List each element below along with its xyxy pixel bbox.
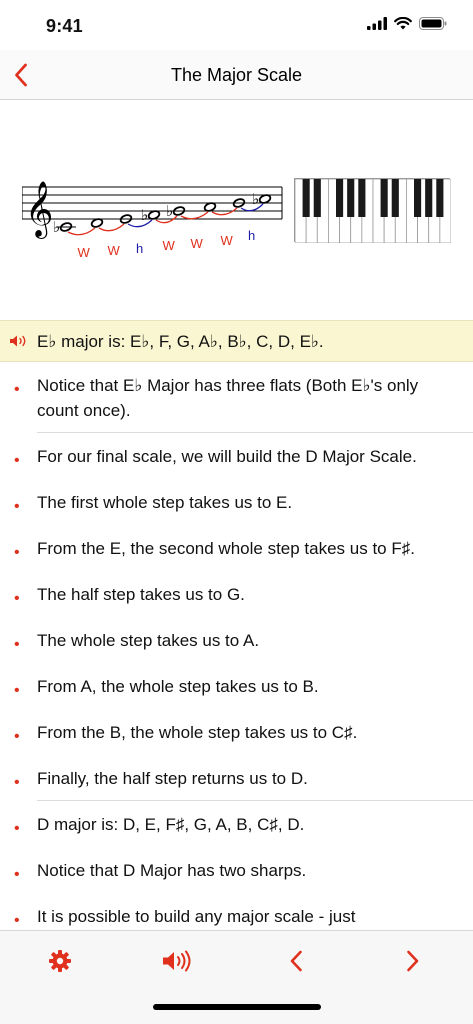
list-item-text: It is possible to build any major scale … xyxy=(37,907,356,926)
step-curve xyxy=(67,227,96,236)
list-item-text: From the E, the second whole step takes … xyxy=(37,539,415,558)
list-item[interactable]: • The half step takes us to G. xyxy=(0,571,473,617)
step-label: W xyxy=(221,233,234,248)
chevron-left-icon xyxy=(290,950,302,972)
list-item[interactable]: • D major is: D, E, F♯, G, A, B, C♯, D. xyxy=(0,801,473,847)
scale-figure: 𝄞 ♭ ♭ ♭ ♭ WWhWWWh xyxy=(0,101,473,319)
black-key xyxy=(336,179,344,217)
flat-sign: ♭ xyxy=(53,218,60,236)
scale-notes: ♭ ♭ ♭ ♭ xyxy=(53,190,272,236)
black-key xyxy=(313,179,321,217)
signal-icon xyxy=(367,17,387,30)
black-key xyxy=(414,179,422,217)
bullet-icon: • xyxy=(14,728,20,745)
list-item[interactable]: • From the B, the whole step takes us to … xyxy=(0,709,473,755)
status-time: 9:41 xyxy=(46,16,83,36)
bullet-icon: • xyxy=(14,452,20,469)
navigation-bar: The Major Scale xyxy=(0,50,473,100)
list-item-text: From the B, the whole step takes us to C… xyxy=(37,723,358,742)
list-item[interactable]: • The whole step takes us to A. xyxy=(0,617,473,663)
bullet-icon: • xyxy=(14,381,20,398)
settings-button[interactable] xyxy=(40,941,80,981)
highlighted-row[interactable]: E♭ major is: E♭, F, G, A♭, B♭, C, D, E♭. xyxy=(0,320,473,362)
battery-icon xyxy=(419,17,447,30)
flat-sign: ♭ xyxy=(252,190,259,208)
bullet-icon: • xyxy=(14,866,20,883)
step-label: h xyxy=(248,228,255,243)
list-item[interactable]: • Notice that E♭ Major has three flats (B… xyxy=(0,362,473,433)
speaker-icon[interactable] xyxy=(9,334,31,348)
black-key xyxy=(436,179,444,217)
list-item-text: For our final scale, we will build the D… xyxy=(37,447,417,466)
flat-sign: ♭ xyxy=(166,202,173,220)
list-item[interactable]: • The first whole step takes us to E. xyxy=(0,479,473,525)
lesson-content: E♭ major is: E♭, F, G, A♭, B♭, C, D, E♭.… xyxy=(0,320,473,930)
next-button[interactable] xyxy=(393,941,433,981)
bullet-icon: • xyxy=(14,590,20,607)
speaker-icon xyxy=(163,950,191,972)
list-item-text: Notice that E♭ Major has three flats (Bo… xyxy=(37,376,419,420)
bullet-icon: • xyxy=(14,498,20,515)
black-key xyxy=(380,179,388,217)
list-item[interactable]: • It is possible to build any major scale… xyxy=(0,893,473,930)
list-item[interactable]: • From the E, the second whole step takes… xyxy=(0,525,473,571)
flat-sign: ♭ xyxy=(141,206,148,224)
bullet-icon: • xyxy=(14,682,20,699)
list-item-text: From A, the whole step takes us to B. xyxy=(37,677,319,696)
list-item-text: The half step takes us to G. xyxy=(37,585,245,604)
list-item-text: Notice that D Major has two sharps. xyxy=(37,861,307,880)
step-curve xyxy=(180,211,209,220)
piano-keys xyxy=(294,178,452,244)
step-label: W xyxy=(163,238,176,253)
treble-clef-icon: 𝄞 xyxy=(25,181,53,239)
chevron-right-icon xyxy=(407,950,419,972)
step-label: h xyxy=(136,241,143,256)
highlight-text: E♭ major is: E♭, F, G, A♭, B♭, C, D, E♭. xyxy=(37,332,324,351)
status-bar: 9:41 xyxy=(0,0,473,50)
play-audio-button[interactable] xyxy=(157,941,197,981)
status-icons xyxy=(367,17,447,30)
black-key xyxy=(391,179,399,217)
list-item-text: D major is: D, E, F♯, G, A, B, C♯, D. xyxy=(37,815,305,834)
step-label: W xyxy=(108,243,121,258)
black-key xyxy=(302,179,310,217)
black-key xyxy=(358,179,366,217)
list-item[interactable]: • Notice that D Major has two sharps. xyxy=(0,847,473,893)
piano-keyboard xyxy=(294,178,452,244)
list-item-text: Finally, the half step returns us to D. xyxy=(37,769,308,788)
list-item-text: The first whole step takes us to E. xyxy=(37,493,293,512)
step-label: W xyxy=(78,245,91,260)
bullet-icon: • xyxy=(14,820,20,837)
previous-button[interactable] xyxy=(276,941,316,981)
wifi-icon xyxy=(394,17,412,30)
step-curve xyxy=(98,223,125,232)
list-item-text: The whole step takes us to A. xyxy=(37,631,260,650)
list-item[interactable]: • Finally, the half step returns us to D. xyxy=(0,755,473,801)
black-key xyxy=(425,179,433,217)
list-item[interactable]: • For our final scale, we will build the … xyxy=(0,433,473,479)
bullet-icon: • xyxy=(14,544,20,561)
step-label: W xyxy=(191,236,204,251)
music-staff: 𝄞 ♭♭ ♭♭ WWhWWWh xyxy=(22,181,283,260)
step-curve xyxy=(127,219,153,228)
step-labels: WWhWWWh xyxy=(78,228,256,260)
gear-icon xyxy=(49,950,71,972)
black-key xyxy=(347,179,355,217)
home-indicator xyxy=(153,1004,321,1010)
bullet-icon: • xyxy=(14,774,20,791)
page-title: The Major Scale xyxy=(170,65,303,85)
list-item[interactable]: • From A, the whole step takes us to B. xyxy=(0,663,473,709)
bullet-icon: • xyxy=(14,636,20,653)
bullet-icon: • xyxy=(14,912,20,929)
